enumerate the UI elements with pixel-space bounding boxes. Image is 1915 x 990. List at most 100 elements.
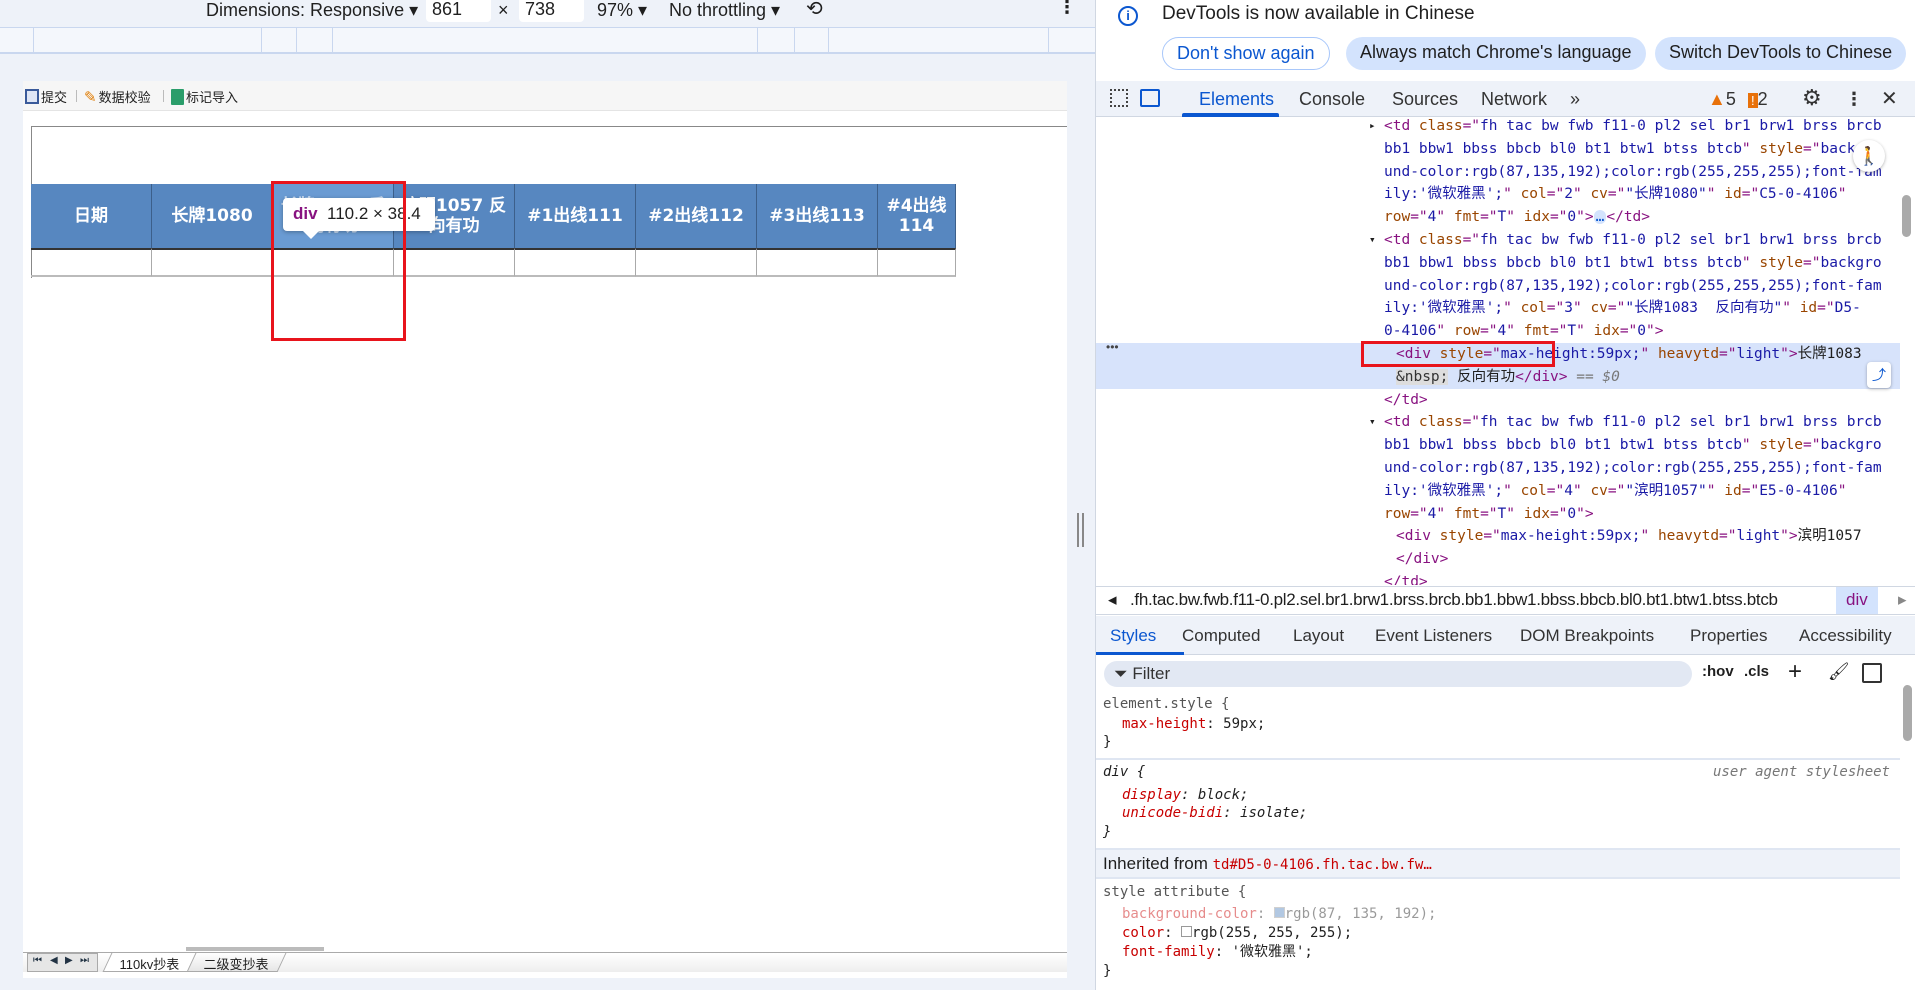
prop-name[interactable]: color — [1122, 925, 1164, 941]
dom-node-line[interactable]: und-color:rgb(87,135,192);color:rgb(255,… — [1096, 161, 1900, 184]
resize-handle[interactable] — [1077, 513, 1084, 547]
tab-computed[interactable]: Computed — [1182, 626, 1260, 646]
paint-brush-icon[interactable]: 🖌 — [1828, 662, 1850, 682]
dom-node-line[interactable]: row="4" fmt="T" idx="0">… </td> — [1096, 206, 1900, 229]
dom-node-line[interactable]: </td> — [1096, 571, 1900, 585]
dom-node-line[interactable]: 0-4106" row="4" fmt="T" idx="0"> — [1096, 320, 1900, 343]
next-sheet-button[interactable]: ▶ — [65, 955, 73, 966]
dom-node-line[interactable]: </div> — [1096, 548, 1900, 571]
color-swatch[interactable] — [1273, 907, 1285, 918]
column-header[interactable]: #2出线112 — [636, 184, 757, 248]
dom-node-line[interactable]: </td> — [1096, 389, 1900, 412]
height-input[interactable]: 738 — [519, 0, 584, 22]
dom-node-line[interactable]: bb1 bbw1 bbss bbcb bl0 bt1 btw1 btss btc… — [1096, 434, 1900, 457]
tab-elements[interactable]: Elements — [1199, 89, 1274, 110]
expand-toggle-icon[interactable]: ▾ — [1369, 411, 1376, 434]
horizontal-scrollbar[interactable] — [186, 947, 324, 951]
dom-tree[interactable]: ▸ <td class="fh tac bw fwb f11-0 pl2 sel … — [1096, 117, 1915, 585]
styles-scrollbar[interactable] — [1903, 685, 1912, 741]
dom-node-line[interactable]: und-color:rgb(87,135,192);color:rgb(255,… — [1096, 457, 1900, 480]
close-devtools-icon[interactable]: ✕ — [1881, 86, 1898, 111]
column-header[interactable]: #4出线114 — [878, 184, 956, 248]
dom-node-line[interactable]: ily:'微软雅黑';" col="2" cv=""长牌1080"" id="C… — [1096, 183, 1900, 206]
table-cell[interactable] — [757, 248, 878, 277]
match-language-button[interactable]: Always match Chrome's language — [1346, 37, 1646, 70]
breadcrumb-scroll-left[interactable]: ◂ — [1108, 590, 1117, 610]
issues-badge[interactable]: ! 2 — [1748, 89, 1768, 110]
zoom-dropdown[interactable]: 97% ▾ — [597, 0, 647, 21]
dom-node-line[interactable]: ▸ <td class="fh tac bw fwb f11-0 pl2 sel … — [1096, 117, 1900, 138]
prop-value[interactable]: rgb(255, 255, 255); — [1192, 925, 1352, 941]
column-header[interactable]: 日期 — [31, 184, 152, 248]
tab-sources[interactable]: Sources — [1392, 89, 1458, 110]
table-cell[interactable] — [636, 248, 757, 277]
prop-name[interactable]: max-height — [1122, 716, 1206, 732]
inspect-element-icon[interactable] — [1110, 89, 1128, 107]
tab-styles[interactable]: Styles — [1110, 626, 1156, 646]
width-input[interactable]: 861 — [426, 0, 491, 22]
first-sheet-button[interactable]: ⏮ — [33, 955, 42, 966]
style-declaration[interactable]: color: rgb(255, 255, 255); — [1122, 924, 1352, 943]
rotate-icon[interactable]: ⟲ — [806, 0, 823, 21]
tab-layout[interactable]: Layout — [1293, 626, 1344, 646]
style-declaration[interactable]: max-height: 59px; — [1122, 715, 1265, 734]
new-rule-icon[interactable]: + — [1788, 658, 1802, 686]
throttling-dropdown[interactable]: No throttling ▾ — [669, 0, 780, 21]
styles-filter-input[interactable]: ⏷ Filter — [1104, 661, 1692, 687]
table-cell[interactable] — [394, 248, 515, 277]
table-cell[interactable] — [878, 248, 956, 277]
settings-gear-icon[interactable]: ⚙ — [1802, 85, 1822, 111]
warnings-badge[interactable]: ▲5 — [1708, 89, 1736, 110]
tab-dom-breakpoints[interactable]: DOM Breakpoints — [1520, 626, 1654, 646]
table-cell[interactable] — [31, 248, 152, 277]
column-header[interactable]: #1出线111 — [515, 184, 636, 248]
dom-node-line[interactable]: bb1 bbw1 bbss bbcb bl0 bt1 btw1 btss btc… — [1096, 138, 1900, 161]
dimensions-dropdown[interactable]: Dimensions: Responsive ▾ — [206, 0, 418, 21]
prop-value[interactable]: 59px; — [1223, 716, 1265, 732]
dom-node-line[interactable]: row="4" fmt="T" idx="0"> — [1096, 503, 1900, 526]
data-validate-button[interactable]: ✎ 数据校验 — [84, 87, 151, 106]
prop-value[interactable]: rgb(87, 135, 192); — [1285, 906, 1437, 922]
prop-name[interactable]: font-family — [1122, 944, 1215, 960]
prev-sheet-button[interactable]: ◀ — [50, 955, 58, 966]
breadcrumb-td[interactable]: .fh.tac.bw.fwb.f11-0.pl2.sel.br1.brw1.br… — [1130, 590, 1778, 610]
hov-toggle[interactable]: :hov — [1702, 663, 1734, 680]
more-options-icon[interactable]: ⋮ — [1058, 0, 1076, 18]
color-swatch[interactable] — [1181, 926, 1193, 937]
mark-import-button[interactable]: 标记导入 — [171, 87, 238, 106]
style-declaration[interactable]: font-family: '微软雅黑'; — [1122, 943, 1313, 962]
devtools-menu-icon[interactable]: ⋮ — [1845, 89, 1863, 110]
sheet-tab-secondary[interactable]: 二级变抄表 — [186, 953, 287, 972]
dom-node-line[interactable]: bb1 bbw1 bbss bbcb bl0 bt1 btw1 btss btc… — [1096, 252, 1900, 275]
tab-event-listeners[interactable]: Event Listeners — [1375, 626, 1492, 646]
dom-node-line[interactable]: ▾ <td class="fh tac bw fwb f11-0 pl2 sel … — [1096, 411, 1900, 434]
ai-assist-icon[interactable]: ⤴ — [1867, 362, 1891, 388]
dom-token[interactable]: … — [1593, 210, 1607, 224]
tab-accessibility[interactable]: Accessibility — [1799, 626, 1892, 646]
toggle-sidebar-icon[interactable] — [1862, 663, 1882, 683]
accessibility-icon[interactable]: 🚶 — [1853, 140, 1885, 172]
column-header[interactable]: #3出线113 — [757, 184, 878, 248]
dom-node-line[interactable]: ily:'微软雅黑';" col="3" cv=""长牌1083 反向有功"" … — [1096, 297, 1900, 320]
dont-show-again-button[interactable]: Don't show again — [1162, 37, 1330, 70]
tab-network[interactable]: Network — [1481, 89, 1547, 110]
dom-scrollbar[interactable] — [1902, 195, 1911, 237]
column-header[interactable]: 长牌1080 — [152, 184, 273, 248]
breadcrumb-div[interactable]: div — [1836, 587, 1878, 614]
prop-value[interactable]: '微软雅黑'; — [1232, 944, 1313, 960]
inherited-target-link[interactable]: td#D5-0-4106.fh.tac.bw.fw… — [1213, 857, 1432, 873]
table-cell[interactable] — [152, 248, 273, 277]
prop-name[interactable]: background-color — [1122, 906, 1257, 922]
tab-properties[interactable]: Properties — [1690, 626, 1767, 646]
breadcrumb-scroll-right[interactable]: ▸ — [1898, 590, 1907, 610]
table-cell[interactable] — [515, 248, 636, 277]
node-actions-icon[interactable]: ••• — [1106, 340, 1119, 354]
more-tabs-button[interactable]: » — [1570, 89, 1580, 110]
switch-to-chinese-button[interactable]: Switch DevTools to Chinese — [1655, 37, 1907, 70]
style-declaration-overridden[interactable]: background-color: rgb(87, 135, 192); — [1122, 905, 1436, 924]
cls-toggle[interactable]: .cls — [1744, 663, 1769, 680]
expand-toggle-icon[interactable]: ▾ — [1369, 229, 1376, 252]
tab-console[interactable]: Console — [1299, 89, 1365, 110]
device-toggle-icon[interactable] — [1140, 89, 1160, 107]
dom-node-selected-line[interactable]: &nbsp; 反向有功</div> == $0 — [1096, 365, 1900, 389]
